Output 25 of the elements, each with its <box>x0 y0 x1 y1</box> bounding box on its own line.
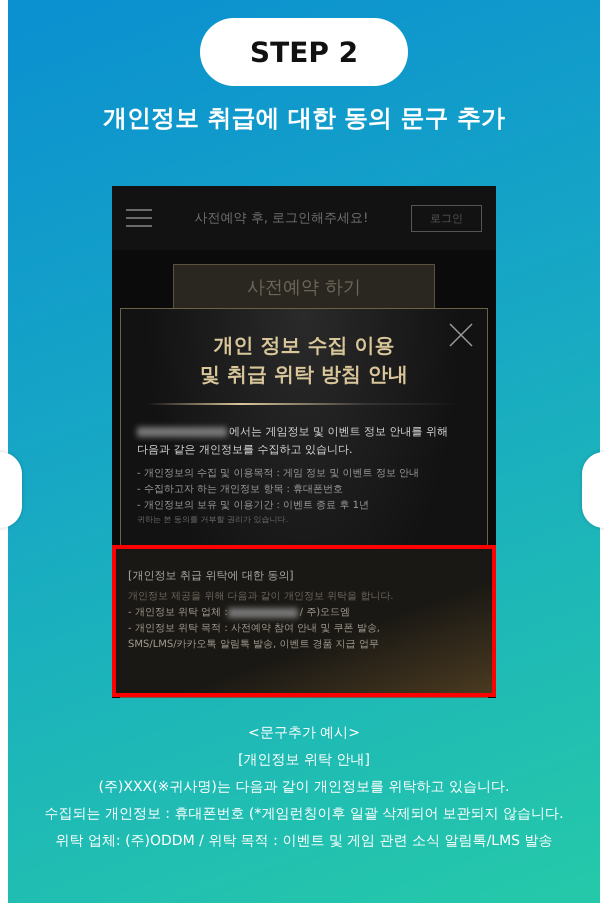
caption-line: <문구추가 예시> <box>248 724 360 743</box>
fine-print: 귀하는 본 동의를 거부할 권리가 있습니다. <box>137 514 290 526</box>
menu-icon <box>126 208 152 228</box>
close-icon[interactable] <box>449 323 473 347</box>
modal-text: 개인정보 제공을 위해 다음과 같이 개인정보 위탁을 합니다. <box>128 590 394 604</box>
caption-line: [개인정보 위탁 안내] <box>238 751 370 770</box>
caption-line: 수집되는 개인정보 : 휴대폰번호 (*게임런칭이후 일괄 삭제되어 보관되지 않습니다. <box>44 805 564 824</box>
login-button[interactable]: 로그인 <box>411 204 482 232</box>
modal-text: - 수집하고자 하는 개인정보 항목 : 휴대폰번호 <box>137 483 344 498</box>
reserve-button[interactable]: 사전예약 하기 <box>173 264 435 310</box>
header-text: 사전예약 후, 로그인해주세요! <box>194 210 370 227</box>
modal-text: - 개인정보 위탁 업체 : <box>128 606 228 620</box>
modal-text: SMS/LMS/카카오톡 알림톡 발송, 이벤트 경품 지급 업무 <box>128 638 379 652</box>
modal-title: 개인 정보 수집 이용 및 취급 위탁 방침 안내 <box>199 332 409 388</box>
heading: 개인정보 취급에 대한 동의 문구 추가 <box>103 103 505 134</box>
modal-text: - 개인정보의 보유 및 이용기간 : 이벤트 종료 후 1년 <box>137 499 370 514</box>
modal-text: 다음과 같은 개인정보를 수집하고 있습니다. <box>137 442 352 458</box>
modal-text: - 개인정보 위탁 목적 : 사전예약 참여 안내 및 쿠폰 발송, <box>128 622 380 636</box>
step-badge: STEP 2 <box>200 18 408 86</box>
modal-text: 에서는 게임정보 및 이벤트 정보 안내를 위해 <box>229 424 448 440</box>
modal-text: - 개인정보의 수집 및 이용목적 : 게임 정보 및 이벤트 정보 안내 <box>137 467 420 482</box>
caption-line: 위탁 업체: (주)ODDM / 위탁 목적 : 이벤트 및 게임 관련 소식 알림톡/LMS 발송 <box>55 832 553 851</box>
caption-line: (주)XXX(※귀사명)는 다음과 같이 개인정보를 위탁하고 있습니다. <box>98 778 510 797</box>
modal-text: / 주)오드엠 <box>300 606 350 620</box>
section-title: [개인정보 취급 위탁에 대한 동의] <box>128 568 295 584</box>
